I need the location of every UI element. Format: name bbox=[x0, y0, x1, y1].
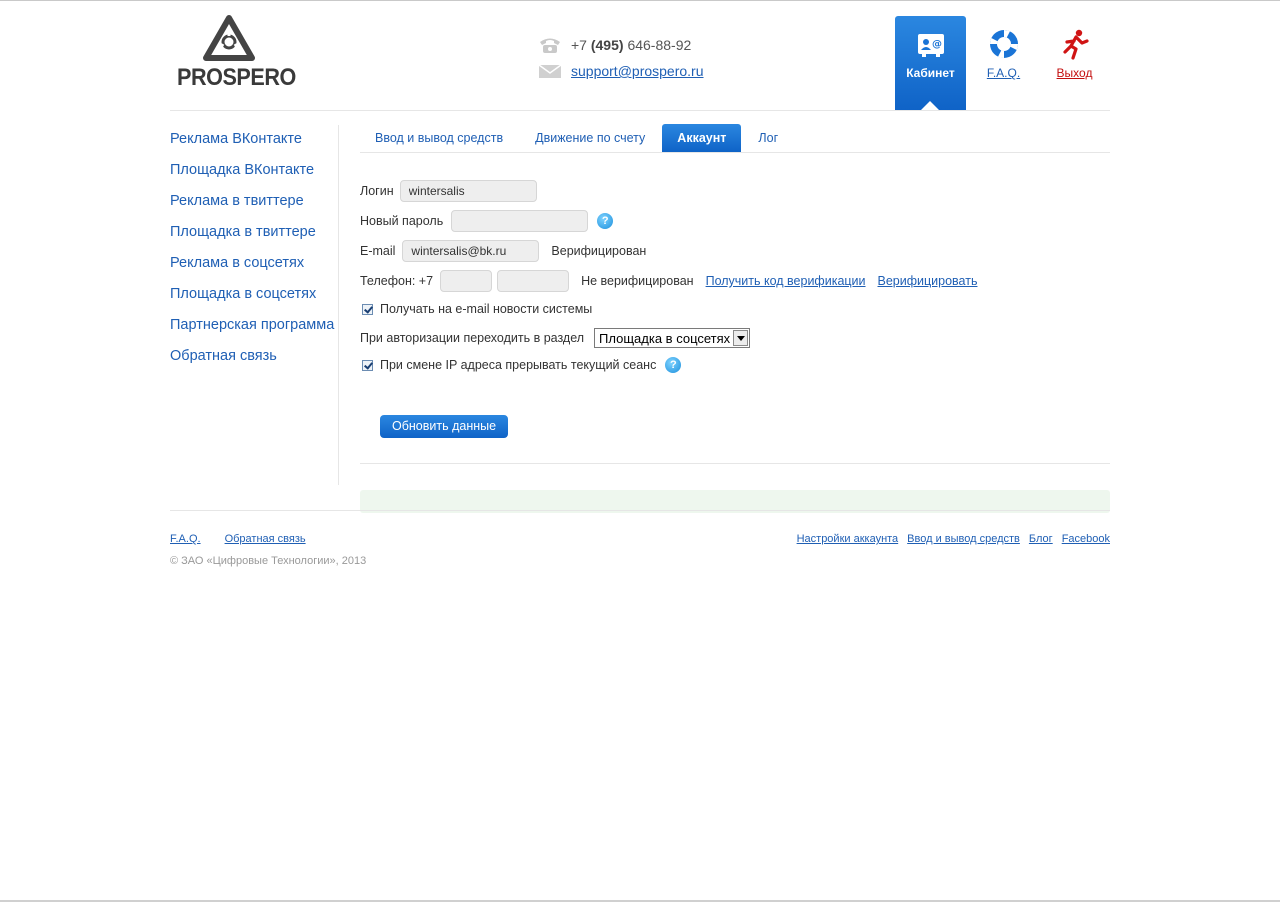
logo-text: PROSPERO bbox=[177, 64, 296, 91]
sidebar-item-social-platform[interactable]: Площадка в соцсетях bbox=[170, 280, 338, 311]
phone-number-input[interactable] bbox=[497, 270, 570, 292]
sidebar-item-twitter-ads[interactable]: Реклама в твиттере bbox=[170, 187, 338, 218]
login-label: Логин bbox=[360, 184, 394, 198]
sidebar: Реклама ВКонтакте Площадка ВКонтакте Рек… bbox=[170, 125, 339, 485]
tab-bar: Ввод и вывод средств Движение по счету А… bbox=[360, 124, 1110, 153]
envelope-icon bbox=[538, 64, 562, 78]
sidebar-item-feedback[interactable]: Обратная связь bbox=[170, 342, 338, 373]
svg-text:@: @ bbox=[932, 39, 942, 50]
lifebuoy-icon bbox=[989, 29, 1018, 59]
news-checkbox-label: Получать на e-mail новости системы bbox=[380, 302, 593, 316]
nav-faq-label: F.A.Q. bbox=[986, 66, 1021, 80]
nav-exit-label: Выход bbox=[1056, 66, 1093, 80]
logo[interactable]: PROSPERO bbox=[177, 14, 296, 92]
phone-row: +7 (495) 646-88-92 bbox=[538, 32, 704, 58]
main-content: Ввод и вывод средств Движение по счету А… bbox=[360, 124, 1110, 513]
redirect-select-value: Площадка в соцсетях bbox=[599, 330, 731, 346]
email-label: E-mail bbox=[360, 244, 396, 258]
redirect-label: При авторизации переходить в раздел bbox=[360, 331, 585, 345]
footer-link-facebook[interactable]: Facebook bbox=[1062, 533, 1110, 545]
sidebar-item-partner-program[interactable]: Партнерская программа bbox=[170, 311, 338, 342]
phone-number: +7 (495) 646-88-92 bbox=[571, 37, 692, 53]
update-data-button[interactable]: Обновить данные bbox=[380, 415, 509, 438]
get-verification-code-link[interactable]: Получить код верификации bbox=[706, 274, 866, 288]
phone-row: Телефон: +7 Не верифицирован Получить ко… bbox=[360, 270, 977, 292]
sidebar-item-twitter-platform[interactable]: Площадка в твиттере bbox=[170, 218, 338, 249]
tab-account[interactable]: Аккаунт bbox=[662, 124, 742, 152]
help-icon[interactable]: ? bbox=[665, 357, 682, 373]
ip-checkbox[interactable] bbox=[362, 359, 373, 371]
footer-link-account-settings[interactable]: Настройки аккаунта bbox=[797, 533, 899, 545]
phone-status: Не верифицирован bbox=[581, 274, 694, 288]
logo-emblem-icon bbox=[203, 15, 255, 61]
copyright: © ЗАО «Цифровые Технологии», 2013 bbox=[170, 555, 367, 567]
redirect-row: При авторизации переходить в раздел Площ… bbox=[360, 328, 751, 348]
tab-account-movement[interactable]: Движение по счету bbox=[520, 124, 660, 152]
help-icon[interactable]: ? bbox=[597, 213, 614, 229]
footer-link-deposit-withdraw[interactable]: Ввод и вывод средств bbox=[907, 533, 1020, 545]
cabinet-icon: @ bbox=[917, 34, 944, 57]
nav-faq[interactable]: F.A.Q. bbox=[968, 16, 1039, 110]
footer-link-feedback[interactable]: Обратная связь bbox=[225, 533, 306, 545]
footer-link-faq[interactable]: F.A.Q. bbox=[170, 533, 201, 545]
news-checkbox[interactable] bbox=[362, 303, 373, 315]
running-man-icon bbox=[1062, 29, 1089, 60]
phone-code-input[interactable] bbox=[440, 270, 493, 292]
tab-deposit-withdraw[interactable]: Ввод и вывод средств bbox=[360, 124, 518, 152]
footer-left-links: F.A.Q. Обратная связь bbox=[170, 533, 330, 545]
email-row: E-mail Верифицирован bbox=[360, 240, 646, 262]
sidebar-item-social-ads[interactable]: Реклама в соцсетях bbox=[170, 249, 338, 280]
footer-right-links: Настройки аккаунта Ввод и вывод средств Бл… bbox=[788, 533, 1110, 545]
email-row: support@prospero.ru bbox=[538, 58, 704, 84]
header-nav: @ Кабинет F.A.Q. Выход bbox=[895, 16, 1110, 110]
password-row: Новый пароль ? bbox=[360, 210, 614, 232]
nav-cabinet-label: Кабинет bbox=[906, 66, 955, 80]
tab-log[interactable]: Лог bbox=[743, 124, 793, 152]
footer: F.A.Q. Обратная связь Настройки аккаунта В… bbox=[170, 510, 1110, 567]
header: PROSPERO +7 (495) 646-88-92 support@pros… bbox=[170, 0, 1110, 111]
contacts: +7 (495) 646-88-92 support@prospero.ru bbox=[538, 32, 704, 84]
sidebar-item-vk-platform[interactable]: Площадка ВКонтакте bbox=[170, 156, 338, 187]
phone-label: Телефон: +7 bbox=[360, 274, 434, 288]
phone-icon bbox=[540, 38, 560, 53]
page-container: PROSPERO +7 (495) 646-88-92 support@pros… bbox=[170, 0, 1110, 567]
form-divider bbox=[360, 463, 1110, 464]
news-checkbox-row: Получать на e-mail новости системы bbox=[360, 302, 592, 316]
login-input[interactable] bbox=[399, 180, 537, 202]
ip-checkbox-row: При смене IP адреса прерывать текущий се… bbox=[360, 357, 682, 373]
footer-link-blog[interactable]: Блог bbox=[1029, 533, 1053, 545]
ip-checkbox-label: При смене IP адреса прерывать текущий се… bbox=[380, 358, 657, 372]
verify-link[interactable]: Верифицировать bbox=[878, 274, 978, 288]
new-password-input[interactable] bbox=[451, 210, 589, 232]
login-row: Логин bbox=[360, 180, 537, 202]
email-status: Верифицирован bbox=[551, 244, 647, 258]
nav-exit[interactable]: Выход bbox=[1039, 16, 1110, 110]
active-pointer bbox=[921, 101, 939, 110]
sidebar-item-vk-ads[interactable]: Реклама ВКонтакте bbox=[170, 125, 338, 156]
chevron-down-icon[interactable] bbox=[733, 330, 749, 346]
nav-cabinet[interactable]: @ Кабинет bbox=[895, 16, 966, 110]
support-email-link[interactable]: support@prospero.ru bbox=[571, 63, 704, 79]
password-label: Новый пароль bbox=[360, 214, 444, 228]
email-input[interactable] bbox=[402, 240, 540, 262]
redirect-select[interactable]: Площадка в соцсетях bbox=[594, 328, 751, 348]
